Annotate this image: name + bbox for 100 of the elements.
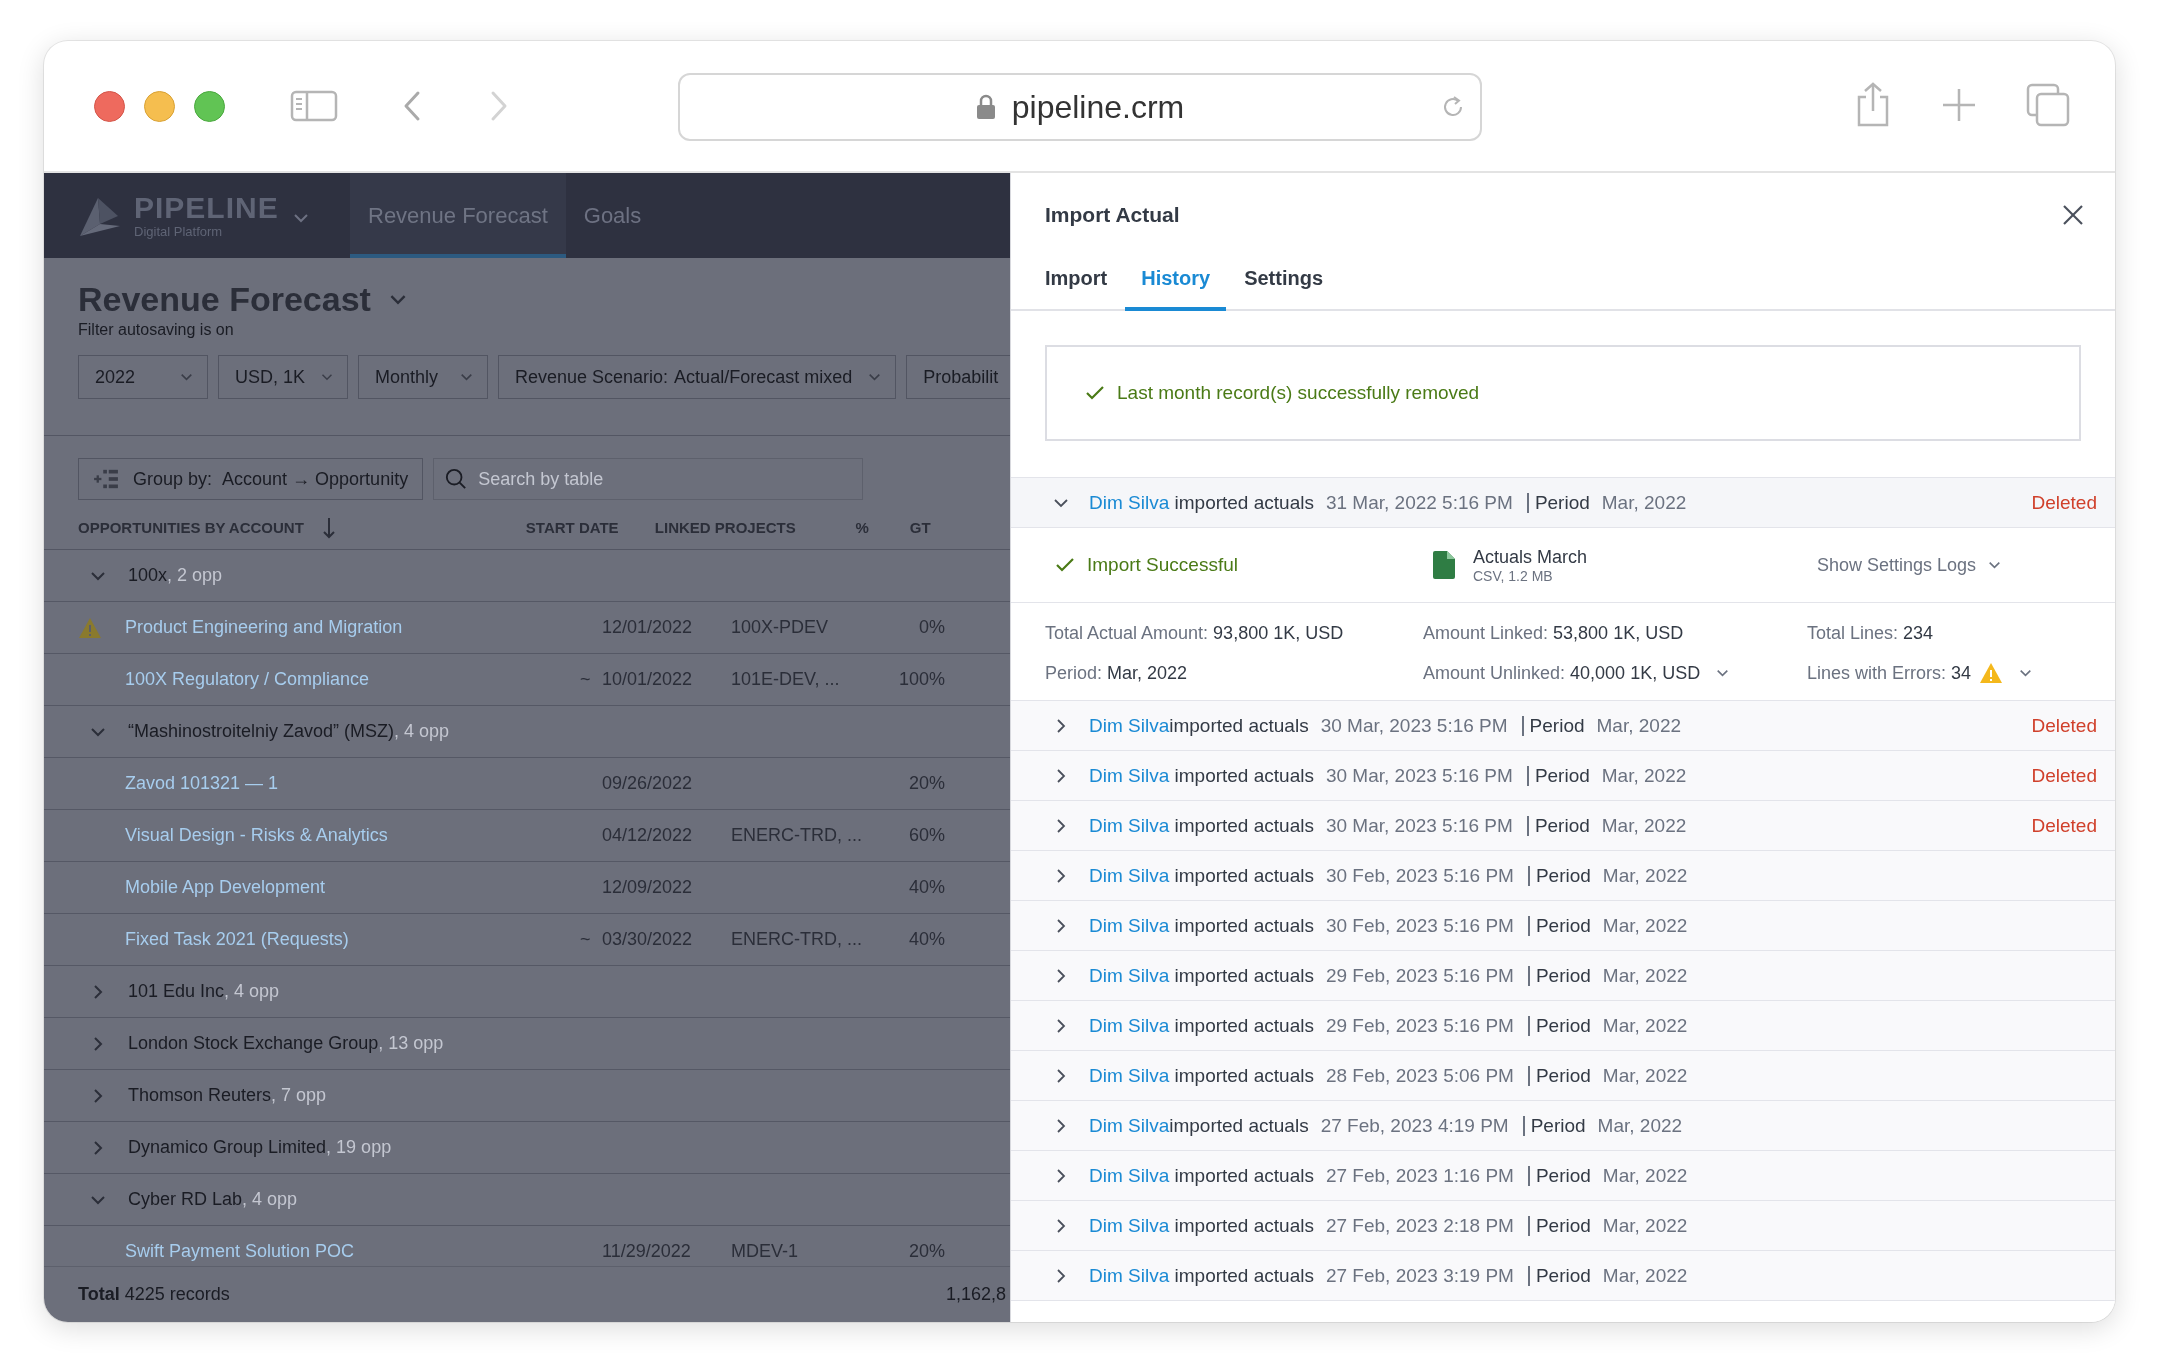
opportunity-link[interactable]: Fixed Task 2021 (Requests) — [125, 929, 580, 950]
nav-tab[interactable]: Goals — [565, 173, 660, 258]
column-header[interactable]: % — [817, 519, 869, 536]
user-link[interactable]: Dim Silva — [1089, 491, 1170, 514]
stat-text: Total Lines: 234 — [1807, 623, 1934, 644]
user-link[interactable]: Dim Silva — [1089, 1014, 1170, 1037]
panel-title: Import Actual — [1045, 203, 1180, 227]
account-name[interactable]: 100x — [128, 565, 168, 586]
stat-text: Amount Unlinked: 40,000 1K, USD — [1423, 662, 1701, 684]
user-link[interactable]: Dim Silva — [1089, 714, 1170, 737]
column-header[interactable]: GT — [909, 519, 931, 536]
opportunity-count: , 4 opp — [224, 981, 280, 1002]
chevron-down-icon[interactable] — [1716, 669, 1730, 677]
period-value: Mar, 2022 — [1602, 1164, 1688, 1187]
period-label: Period — [1526, 765, 1590, 786]
stat-text: Period: Mar, 2022 — [1045, 662, 1188, 684]
chevron-down-icon[interactable] — [2019, 669, 2033, 677]
user-link[interactable]: Dim Silva — [1089, 1214, 1170, 1237]
import-date: 30 Mar, 2023 5:16 PM — [1320, 714, 1508, 737]
opportunity-link[interactable]: Zavod 101321 — 1 — [125, 773, 580, 794]
period-label: Period — [1527, 1265, 1591, 1286]
account-name[interactable]: Cyber RD Lab — [128, 1189, 243, 1210]
column-header[interactable]: LINKED PROJECTS — [654, 519, 818, 536]
panel-tab[interactable]: History — [1125, 257, 1227, 311]
opportunity-link[interactable]: Visual Design - Risks & Analytics — [125, 825, 580, 846]
tabs-overview-icon[interactable] — [2025, 82, 2071, 128]
account-name[interactable]: London Stock Exchange Group — [128, 1033, 379, 1054]
forward-icon[interactable] — [489, 90, 509, 122]
history-action: imported actuals — [1169, 1114, 1309, 1137]
period-label: Period — [1526, 815, 1590, 836]
period-value: Mar, 2022 — [1601, 764, 1687, 787]
user-link[interactable]: Dim Silva — [1089, 914, 1170, 937]
period-value: Mar, 2022 — [1602, 864, 1688, 887]
import-result: Import Successful — [1087, 554, 1238, 576]
filter-dropdown[interactable]: USD, 1K — [218, 355, 348, 399]
settings-logs-link[interactable]: Show Settings Logs — [1817, 554, 1977, 576]
user-link[interactable]: Dim Silva — [1089, 1064, 1170, 1087]
account-name[interactable]: 101 Edu Inc — [128, 981, 225, 1002]
table-cell: ENERC-TRD, ... — [731, 929, 862, 949]
zoom-window-button[interactable] — [194, 90, 225, 122]
close-window-button[interactable] — [94, 90, 125, 122]
import-date: 27 Feb, 2023 3:19 PM — [1325, 1264, 1514, 1287]
account-name[interactable]: Thomson Reuters — [128, 1085, 272, 1106]
filter-dropdown[interactable]: Monthly — [358, 355, 488, 399]
total-records: Total 4225 records — [78, 1284, 230, 1305]
import-date: 30 Feb, 2023 5:16 PM — [1325, 914, 1514, 937]
autosave-note: Filter autosaving is on — [78, 321, 235, 339]
address-bar[interactable]: pipeline.crm — [678, 73, 1482, 141]
opportunity-link[interactable]: Swift Payment Solution POC — [125, 1241, 580, 1262]
account-name[interactable]: “Mashinostroitelniy Zavod” (MSZ) — [128, 721, 395, 742]
user-link[interactable]: Dim Silva — [1089, 764, 1170, 787]
period-value: Mar, 2022 — [1602, 1214, 1688, 1237]
group-by-button[interactable]: Group by: Account → Opportunity — [78, 458, 424, 500]
success-message: Last month record(s) successfully removed — [1117, 382, 1480, 404]
filter-dropdown[interactable]: Revenue Scenario: Actual/Forecast mixed — [498, 355, 897, 399]
user-link[interactable]: Dim Silva — [1089, 864, 1170, 887]
history-action: imported actuals — [1173, 964, 1314, 987]
search-field[interactable]: Search by table — [433, 458, 864, 500]
table-cell-text: 03/30/2022 — [602, 929, 694, 950]
user-link[interactable]: Dim Silva — [1089, 1114, 1170, 1137]
sort-arrow-icon[interactable] — [321, 516, 336, 539]
opportunity-count: , 19 opp — [326, 1137, 392, 1158]
close-icon[interactable] — [2061, 203, 2085, 227]
import-date: 29 Feb, 2023 5:16 PM — [1325, 1014, 1514, 1037]
chevron-down-icon[interactable] — [1988, 561, 2002, 569]
period-label: Period — [1527, 1015, 1591, 1036]
history-action: imported actuals — [1173, 491, 1314, 514]
table-cell-text: 04/12/2022 — [602, 825, 694, 846]
column-header[interactable]: OPPORTUNITIES BY ACCOUNT — [78, 519, 304, 536]
panel-tab[interactable]: Settings — [1244, 257, 1324, 311]
user-link[interactable]: Dim Silva — [1089, 1164, 1170, 1187]
estimate-mark: ~ — [580, 669, 591, 689]
column-header[interactable]: START DATE — [525, 519, 655, 536]
opportunity-link[interactable]: 100X Regulatory / Compliance — [125, 669, 580, 690]
minimize-window-button[interactable] — [144, 90, 175, 122]
check-icon — [1085, 385, 1105, 401]
period-value: Mar, 2022 — [1602, 1014, 1688, 1037]
import-date: 30 Feb, 2023 5:16 PM — [1325, 864, 1514, 887]
nav-tab[interactable]: Revenue Forecast — [350, 173, 566, 258]
import-date: 27 Feb, 2023 1:16 PM — [1325, 1164, 1514, 1187]
filter-dropdown[interactable]: 2022 — [78, 355, 208, 399]
stat-text: Amount Linked: 53,800 1K, USD — [1423, 623, 1684, 644]
account-name[interactable]: Dynamico Group Limited — [128, 1137, 327, 1158]
opportunity-count: , 4 opp — [242, 1189, 298, 1210]
estimate-mark: ~ — [580, 929, 591, 949]
new-tab-icon[interactable] — [1941, 87, 1977, 123]
import-date: 29 Feb, 2023 5:16 PM — [1325, 964, 1514, 987]
status-label: Deleted — [2031, 491, 2097, 514]
stat-text: Lines with Errors: 34 — [1807, 662, 1972, 684]
sidebar-icon[interactable] — [290, 90, 338, 122]
user-link[interactable]: Dim Silva — [1089, 964, 1170, 987]
panel-tab[interactable]: Import — [1045, 257, 1108, 311]
user-link[interactable]: Dim Silva — [1089, 1264, 1170, 1287]
user-link[interactable]: Dim Silva — [1089, 814, 1170, 837]
table-cell-text: 40% — [907, 929, 945, 950]
period-value: Mar, 2022 — [1602, 914, 1688, 937]
url-text: pipeline.crm — [1011, 88, 1185, 126]
back-icon[interactable] — [402, 90, 422, 122]
opportunity-link[interactable]: Mobile App Development — [125, 877, 580, 898]
opportunity-link[interactable]: Product Engineering and Migration — [125, 617, 580, 638]
